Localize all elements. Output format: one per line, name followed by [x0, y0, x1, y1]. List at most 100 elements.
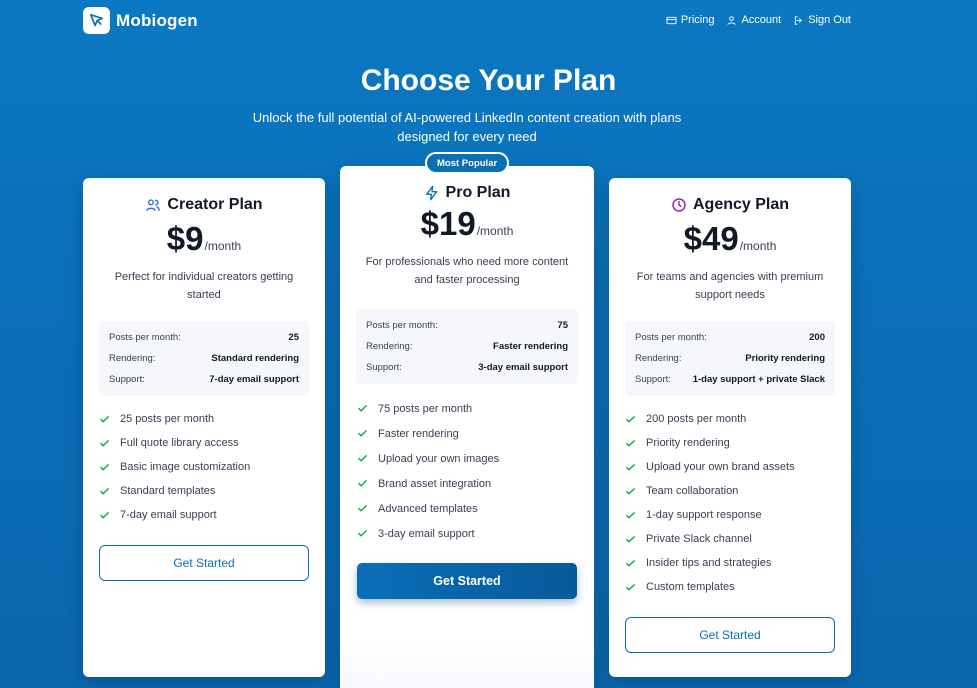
spec-value: Standard rendering	[211, 353, 299, 364]
price-amount: $9	[166, 220, 204, 257]
price-amount: $49	[683, 220, 739, 257]
check-icon	[626, 535, 635, 543]
spec-value: 1-day support + private Slack	[692, 374, 825, 385]
feature-item: 200 posts per month	[625, 407, 835, 431]
check-icon	[626, 487, 635, 495]
feature-list: 75 posts per month Faster rendering Uplo…	[357, 396, 578, 546]
nav-sign-out[interactable]: Sign Out	[793, 14, 851, 26]
get-started-button-agency[interactable]: Get Started	[625, 617, 835, 653]
spec-label: Support:	[366, 362, 402, 373]
nav-pricing[interactable]: Pricing	[666, 14, 714, 26]
feature-item: Basic image customization	[99, 455, 309, 479]
page-title: Choose Your Plan	[360, 64, 617, 97]
nav-account-label: Account	[741, 14, 782, 26]
feature-item: Upload your own images	[357, 446, 578, 471]
nav-sign-out-label: Sign Out	[808, 14, 851, 26]
check-icon	[626, 415, 635, 423]
feature-text: Upload your own brand assets	[646, 461, 795, 473]
spec-label: Support:	[635, 374, 671, 385]
brand-logo-icon	[83, 7, 110, 34]
nav-account[interactable]: Account	[726, 14, 781, 26]
feature-item: 75 posts per month	[357, 396, 578, 421]
check-icon	[358, 455, 367, 462]
feature-list: 200 posts per month Priority rendering U…	[625, 407, 835, 599]
plan-price: $19 /month	[340, 205, 594, 243]
feature-text: Advanced templates	[378, 502, 478, 515]
price-amount: $19	[420, 205, 476, 242]
spec-value: Priority rendering	[745, 353, 825, 364]
feature-item: Custom templates	[625, 575, 835, 599]
feature-list: 25 posts per month Full quote library ac…	[99, 407, 309, 527]
spec-label: Posts per month:	[109, 332, 181, 343]
check-icon	[100, 487, 109, 495]
check-icon	[100, 463, 109, 471]
feature-item: 1-day support response	[625, 503, 835, 527]
check-icon	[626, 463, 635, 471]
page-subtitle: Unlock the full potential of AI-powered …	[252, 110, 682, 144]
feature-text: Basic image customization	[120, 461, 251, 473]
spec-value: 200	[809, 332, 825, 343]
spec-row: Rendering: Faster rendering	[366, 336, 568, 357]
spec-row: Rendering: Priority rendering	[635, 348, 825, 369]
feature-item: Faster rendering	[357, 421, 578, 446]
feature-text: Upload your own images	[378, 452, 500, 465]
spec-value: 3-day email support	[478, 362, 568, 373]
feature-item: 7-day email support	[99, 503, 309, 527]
check-icon	[100, 511, 109, 519]
sign-out-icon	[795, 15, 803, 25]
top-nav: Pricing Account Sign Out	[666, 14, 851, 26]
feature-text: 25 posts per month	[120, 413, 215, 425]
brand-logo[interactable]: Mobiogen	[83, 7, 198, 34]
users-icon	[146, 199, 161, 211]
plan-name: Creator Plan	[167, 196, 263, 213]
plan-specs: Posts per month: 25 Rendering: Standard re…	[99, 321, 309, 396]
spec-label: Rendering:	[366, 341, 413, 352]
spec-row: Posts per month: 75	[366, 315, 568, 336]
check-icon	[358, 530, 367, 537]
check-icon	[626, 439, 635, 447]
check-icon	[626, 583, 635, 591]
feature-text: 3-day email support	[378, 527, 475, 540]
feature-item: Brand asset integration	[357, 471, 578, 496]
check-icon	[626, 559, 635, 567]
plan-price: $49 /month	[609, 220, 851, 258]
get-started-button-pro[interactable]: Get Started	[357, 563, 577, 599]
feature-item: Upload your own brand assets	[625, 455, 835, 479]
plan-description: For teams and agencies with premium supp…	[636, 271, 824, 301]
feature-text: Faster rendering	[378, 427, 459, 440]
check-icon	[358, 480, 367, 487]
feature-text: Priority rendering	[646, 437, 730, 449]
feature-text: Brand asset integration	[378, 477, 492, 490]
plan-name: Agency Plan	[692, 196, 790, 213]
plan-card-agency: Agency Plan $49 /month For teams and age…	[609, 178, 851, 677]
price-period: /month	[204, 239, 242, 253]
spec-value: Faster rendering	[493, 341, 568, 352]
brand-name: Mobiogen	[116, 10, 198, 30]
get-started-button-creator[interactable]: Get Started	[99, 545, 309, 581]
plan-header-pro: Pro Plan	[340, 184, 594, 202]
plan-specs: Posts per month: 200 Rendering: Priority r…	[625, 321, 835, 396]
feature-text: 1-day support response	[646, 509, 762, 521]
spec-value: 25	[288, 332, 299, 343]
spec-row: Support: 1-day support + private Slack	[635, 369, 825, 390]
price-period: /month	[476, 224, 514, 238]
spec-label: Rendering:	[635, 353, 682, 364]
check-icon	[358, 505, 367, 512]
feature-text: 200 posts per month	[646, 413, 747, 425]
plan-card-pro: Most Popular Pro Plan $19 /month For pro…	[340, 152, 594, 688]
spec-label: Posts per month:	[366, 320, 438, 331]
plan-card-creator: Creator Plan $9 /month Perfect for indiv…	[83, 178, 325, 677]
check-icon	[100, 415, 109, 423]
feature-text: Team collaboration	[646, 485, 739, 497]
spec-row: Posts per month: 200	[635, 327, 825, 348]
check-icon	[100, 439, 109, 447]
plan-name: Pro Plan	[445, 184, 511, 201]
price-period: /month	[739, 239, 777, 253]
check-icon	[358, 405, 367, 412]
feature-text: Private Slack channel	[646, 533, 752, 545]
plan-description: Perfect for individual creators getting …	[114, 271, 294, 301]
spec-label: Posts per month:	[635, 332, 707, 343]
spec-row: Posts per month: 25	[109, 327, 299, 348]
check-icon	[626, 511, 635, 519]
feature-text: Insider tips and strategies	[646, 557, 772, 569]
